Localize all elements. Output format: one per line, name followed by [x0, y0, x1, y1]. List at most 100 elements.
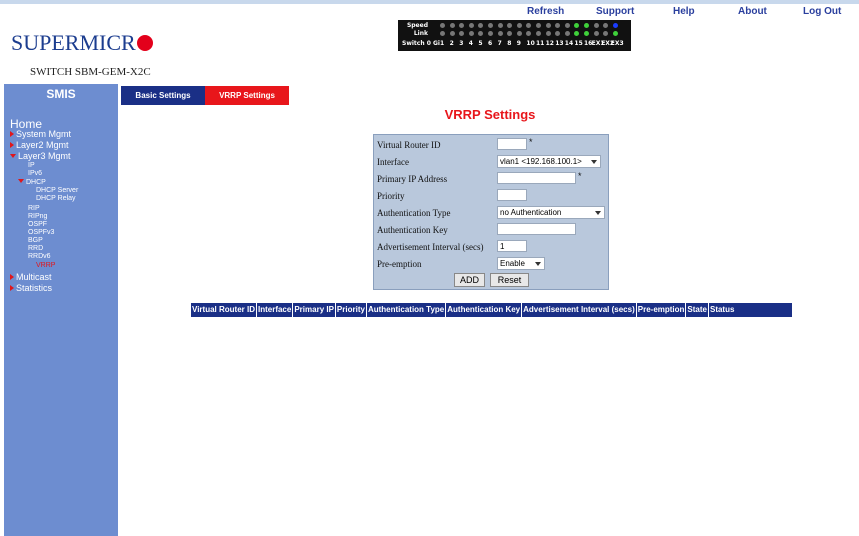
speed-led	[478, 23, 484, 28]
column-header: Status	[707, 303, 735, 317]
preemption-label: Pre-emption	[377, 259, 422, 269]
sidebar-item-layer2-mgmt[interactable]: Layer2 Mgmt	[10, 140, 69, 150]
sidebar-item-label: RIPng	[28, 213, 48, 220]
sidebar-item-system-mgmt[interactable]: System Mgmt	[10, 129, 71, 139]
sidebar-item-dhcp[interactable]: DHCP	[18, 179, 46, 186]
link-led	[603, 31, 609, 36]
speed-led	[459, 23, 465, 28]
auth-key-input[interactable]	[497, 223, 576, 235]
link-led	[488, 31, 493, 36]
switch-label: Switch 0 Gi	[402, 40, 440, 47]
support-link[interactable]: Support	[596, 6, 634, 17]
sidebar-item-statistics[interactable]: Statistics	[10, 283, 52, 293]
port-number: 9	[516, 40, 521, 47]
sidebar-item-label: VRRP	[36, 262, 56, 269]
interface-select[interactable]: vlan1 <192.168.100.1>	[497, 155, 601, 168]
sidebar-item-bgp[interactable]: BGP	[28, 237, 43, 244]
about-link[interactable]: About	[738, 6, 767, 17]
sidebar-item-rip[interactable]: RIP	[28, 205, 40, 212]
priority-label: Priority	[377, 191, 405, 201]
auth-key-label: Authentication Key	[377, 225, 448, 235]
sidebar-item-layer3-mgmt[interactable]: Layer3 Mgmt	[10, 151, 71, 161]
triangle-right-icon	[10, 284, 14, 291]
reset-button[interactable]: Reset	[490, 273, 529, 287]
sidebar-item-vrrp[interactable]: VRRP	[36, 262, 55, 269]
interface-value: vlan1 <192.168.100.1>	[500, 157, 582, 166]
chevron-down-icon	[535, 262, 541, 266]
sidebar-item-label: Multicast	[16, 272, 52, 282]
speed-led	[603, 23, 609, 28]
logo-dot-icon	[136, 34, 153, 51]
speed-led	[584, 23, 589, 28]
link-led	[593, 31, 599, 36]
sidebar-item-rrd[interactable]: RRD	[28, 245, 43, 252]
sidebar-item-label: RRDv6	[28, 253, 51, 260]
sidebar-item-label: IPv6	[28, 170, 43, 177]
link-led	[564, 31, 570, 36]
port-number: 2	[449, 40, 454, 47]
speed-led	[612, 23, 618, 28]
triangle-down-icon	[18, 179, 24, 184]
sidebar-item-ip[interactable]: IP	[28, 162, 35, 169]
column-header: Virtual Router ID	[189, 303, 256, 317]
port-number: 14	[564, 40, 574, 47]
sidebar-item-label: OSPFv3	[28, 229, 55, 236]
column-header: Primary IP	[292, 303, 335, 317]
sidebar-item-dhcp-relay[interactable]: DHCP Relay	[36, 195, 76, 202]
primary-ip-input[interactable]	[497, 172, 576, 184]
adv-interval-label: Advertisement Interval (secs)	[377, 242, 484, 252]
sidebar-item-ospfv3[interactable]: OSPFv3	[28, 229, 54, 236]
refresh-link[interactable]: Refresh	[527, 6, 564, 17]
column-header: Authentication Key	[445, 303, 521, 317]
speed-led	[516, 23, 522, 28]
sidebar-item-multicast[interactable]: Multicast	[10, 272, 52, 282]
speed-led	[440, 23, 445, 28]
speed-led	[564, 23, 570, 28]
link-led	[584, 31, 589, 36]
sidebar-item-rrdv6[interactable]: RRDv6	[28, 253, 51, 260]
smis-header: SMIS	[4, 84, 118, 105]
port-number: 1	[440, 40, 445, 47]
chevron-down-icon	[595, 211, 601, 215]
logo-text: SUPERMICR	[11, 30, 136, 55]
sidebar-item-ripng[interactable]: RIPng	[28, 213, 47, 220]
vrrp-form: Virtual Router ID * Interface vlan1 <192…	[373, 134, 609, 290]
port-number: 4	[468, 40, 473, 47]
port-number: 6	[488, 40, 493, 47]
sidebar-item-ipv6[interactable]: IPv6	[28, 170, 42, 177]
add-button[interactable]: ADD	[454, 273, 485, 287]
preemption-select[interactable]: Enable	[497, 257, 545, 270]
sidebar: Home System Mgmt Layer2 Mgmt Layer3 Mgmt IP I…	[4, 105, 118, 536]
speed-led	[507, 23, 513, 28]
priority-input[interactable]	[497, 189, 527, 201]
sidebar-item-label: RRD	[28, 245, 44, 252]
sidebar-item-label: DHCP Server	[36, 187, 79, 194]
port-status-panel: Speed Link Switch 0 Gi 1 2 3 4 5 6 7 8 9 10 11 12 13…	[398, 20, 631, 51]
speed-led	[574, 23, 580, 28]
logout-link[interactable]: Log Out	[803, 6, 841, 17]
sidebar-item-ospf[interactable]: OSPF	[28, 221, 47, 228]
speed-led	[497, 23, 503, 28]
sidebar-item-dhcp-server[interactable]: DHCP Server	[36, 187, 78, 194]
link-label: Link	[413, 30, 428, 37]
tab-basic-settings[interactable]: Basic Settings	[121, 86, 205, 105]
column-header: Pre-emption	[635, 303, 686, 317]
adv-interval-input[interactable]: 1	[497, 240, 527, 252]
switch-name: SWITCH SBM-GEM-X2C	[30, 66, 151, 78]
triangle-right-icon	[10, 273, 14, 280]
required-mark: *	[578, 171, 582, 181]
tab-vrrp-settings[interactable]: VRRP Settings	[205, 86, 289, 105]
link-led	[612, 31, 618, 36]
port-number: 12	[545, 40, 554, 47]
help-link[interactable]: Help	[673, 6, 695, 17]
speed-led	[526, 23, 532, 28]
top-strip	[0, 0, 859, 4]
speed-led	[449, 23, 455, 28]
auth-type-value: no Authentication	[500, 208, 562, 217]
sidebar-item-label: DHCP Relay	[36, 195, 76, 202]
top-header: Refresh Support Help About Log Out SUPER…	[0, 0, 859, 80]
column-header: Authentication Type	[365, 303, 445, 317]
column-header: State	[685, 303, 708, 317]
auth-type-select[interactable]: no Authentication	[497, 206, 605, 219]
virtual-router-id-input[interactable]	[497, 138, 527, 150]
